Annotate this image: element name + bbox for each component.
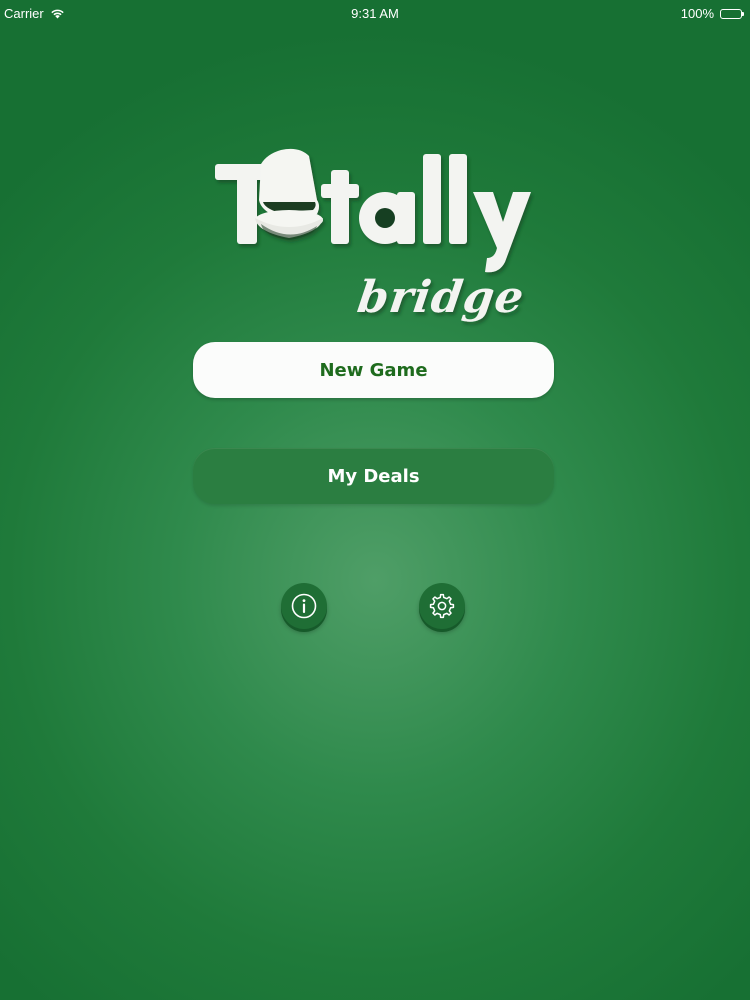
new-game-button[interactable]: New Game (193, 342, 554, 398)
battery-percent: 100% (680, 6, 714, 21)
svg-text:bridge: bridge (354, 271, 527, 323)
info-icon (290, 592, 318, 620)
app-logo: bridge (205, 140, 535, 340)
status-bar: Carrier 9:31 AM 100% (0, 0, 750, 26)
battery-icon (720, 8, 744, 19)
status-time: 9:31 AM (351, 6, 399, 21)
settings-button[interactable] (419, 583, 465, 629)
gear-icon (428, 592, 456, 620)
my-deals-button[interactable]: My Deals (193, 448, 554, 504)
info-button[interactable] (281, 583, 327, 629)
status-right: 100% (680, 6, 744, 21)
